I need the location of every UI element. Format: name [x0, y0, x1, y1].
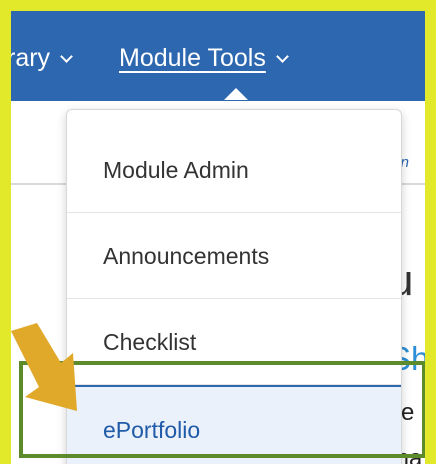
nav-item-library[interactable]: rary — [11, 43, 73, 73]
menu-item-label: Module Admin — [103, 157, 249, 183]
top-navbar: rary Module Tools — [11, 11, 425, 101]
nav-item-module-tools-label: Module Tools — [119, 44, 266, 72]
screenshot: { "navbar": { "items": [ { "label": "rar… — [0, 0, 436, 464]
lms-window: rary Module Tools ttin u Sh se ma Module… — [11, 11, 425, 464]
menu-item-label: Announcements — [103, 243, 270, 269]
menu-item-module-admin[interactable]: Module Admin — [67, 127, 401, 213]
dropdown-caret — [224, 88, 248, 100]
menu-item-announcements[interactable]: Announcements — [67, 213, 401, 299]
menu-item-label: Checklist — [103, 329, 197, 355]
nav-item-library-label: rary — [11, 44, 51, 72]
chevron-down-icon — [275, 50, 289, 63]
nav-item-module-tools[interactable]: Module Tools — [119, 43, 289, 73]
chevron-down-icon — [60, 50, 73, 63]
pointer-arrow-icon — [11, 323, 77, 411]
